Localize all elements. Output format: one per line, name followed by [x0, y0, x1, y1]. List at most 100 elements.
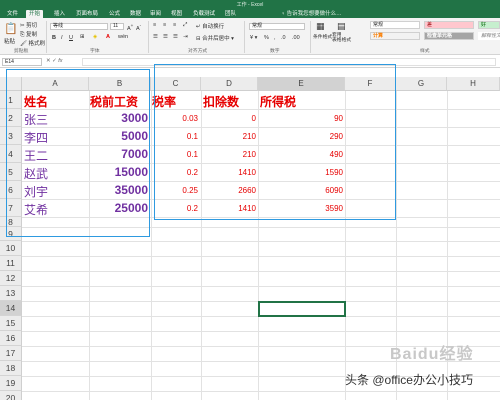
row-header-12[interactable]: 12 [0, 271, 22, 286]
ribbon-separator [244, 21, 245, 53]
underline-icon[interactable]: U [69, 35, 73, 41]
font-color-icon[interactable]: A [106, 34, 110, 40]
row-header-16[interactable]: 16 [0, 331, 22, 346]
merge-icon: ⊟ [196, 36, 201, 42]
annotation-box-right [154, 64, 396, 220]
style-normal[interactable]: 常规 [370, 21, 420, 29]
scissors-icon: ✂ [20, 23, 25, 29]
row-header-19[interactable]: 19 [0, 376, 22, 391]
table-format-button[interactable]: 套用 表格格式 [332, 33, 351, 43]
table-format-icon[interactable]: ▤ [337, 21, 346, 32]
copy-icon: ⎘ [20, 32, 25, 38]
row-header-20[interactable]: 20 [0, 391, 22, 400]
group-styles-label: 样式 [420, 49, 430, 54]
row-header-10[interactable]: 10 [0, 241, 22, 256]
tab-review[interactable]: 审阅 [147, 10, 164, 18]
gridline [22, 256, 500, 257]
row-header-15[interactable]: 15 [0, 316, 22, 331]
ribbon-separator [310, 21, 311, 53]
cancel-icon[interactable]: ✕ [46, 58, 51, 64]
style-check-cell[interactable]: 检查单元格 [424, 32, 474, 40]
style-good[interactable]: 好 [478, 21, 500, 29]
tab-load-test[interactable]: 负载测试 [190, 10, 218, 18]
indent-icon[interactable]: ⇥ [183, 34, 188, 40]
gridline [22, 271, 500, 272]
align-left-icon[interactable]: ☰ [153, 34, 158, 40]
group-clipboard-label: 剪贴板 [14, 49, 29, 54]
style-calc[interactable]: 计算 [370, 32, 420, 40]
column-header-g[interactable]: G [396, 77, 447, 91]
conditional-format-button[interactable]: 条件格式 [313, 33, 332, 40]
style-explain[interactable]: 解释性文本 [478, 32, 500, 40]
wrap-icon: ↵ [196, 24, 201, 30]
percent-icon[interactable]: % [264, 35, 269, 41]
tab-team[interactable]: 团队 [222, 10, 239, 18]
tab-file[interactable]: 文件 [4, 10, 21, 18]
row-header-11[interactable]: 11 [0, 256, 22, 271]
window-title: 工作 - Excel [236, 2, 264, 8]
align-right-icon[interactable]: ☰ [173, 34, 178, 40]
row-header-18[interactable]: 18 [0, 361, 22, 376]
fill-color-icon[interactable]: ◈ [93, 34, 97, 40]
wrap-text-button[interactable]: ↵ 自动换行 [196, 22, 224, 30]
gridline [22, 331, 500, 332]
cut-button[interactable]: ✂ 剪切 [20, 21, 37, 29]
phonetic-icon[interactable]: wén [118, 34, 128, 40]
merge-center-button[interactable]: ⊟ 合并后居中 ▾ [196, 34, 234, 42]
tab-page-layout[interactable]: 页面布局 [73, 10, 101, 18]
tab-home[interactable]: 开始 [26, 10, 44, 18]
shrink-font-icon[interactable]: A- [136, 23, 141, 32]
row-header-14[interactable]: 14 [0, 301, 22, 316]
orientation-icon[interactable]: ⤢ [183, 22, 187, 29]
fx-icon[interactable]: fx [58, 58, 62, 64]
watermark-logo: Baidu经验 [390, 346, 474, 363]
font-size-select[interactable]: 11 [110, 23, 124, 30]
name-box[interactable]: E14 [2, 58, 42, 66]
formula-buttons: ✕ ✓ fx [46, 58, 63, 64]
italic-icon[interactable]: I [61, 35, 63, 41]
style-bad[interactable]: 差 [424, 21, 474, 29]
credit-text: 头条 @office办公小技巧 [345, 373, 473, 387]
row-header-13[interactable]: 13 [0, 286, 22, 301]
tell-me-search[interactable]: ♀ 告诉我您想要做什么… [281, 10, 342, 18]
ribbon-separator [46, 21, 47, 53]
align-middle-icon[interactable]: ≡ [163, 22, 166, 28]
tab-insert[interactable]: 插入 [51, 10, 68, 18]
bold-icon[interactable]: B [52, 35, 56, 41]
row-header-17[interactable]: 17 [0, 346, 22, 361]
conditional-format-icon[interactable]: ▦ [316, 21, 325, 32]
column-header-h[interactable]: H [447, 77, 500, 91]
ribbon-tab-bar: 文件 开始 插入 页面布局 公式 数据 审阅 视图 负载测试 团队 ♀ 告诉我您… [0, 9, 500, 18]
paste-icon[interactable]: 📋 [4, 22, 18, 35]
tab-view[interactable]: 视图 [168, 10, 185, 18]
gridline [22, 241, 500, 242]
ribbon-separator [148, 21, 149, 53]
group-alignment-label: 对齐方式 [188, 49, 208, 54]
gridline [22, 286, 500, 287]
comma-icon[interactable]: , [274, 35, 276, 41]
increase-decimal-icon[interactable]: .0 [281, 35, 286, 41]
format-painter-button[interactable]: 🖌 格式刷 [20, 39, 45, 47]
font-name-select[interactable]: 等线 [50, 23, 108, 30]
grow-font-icon[interactable]: A+ [127, 23, 133, 32]
paste-button[interactable]: 粘贴 [4, 37, 15, 45]
title-bar: 工作 - Excel [0, 0, 500, 9]
ribbon: 📋 粘贴 ✂ 剪切 ⎘ 复制 🖌 格式刷 剪贴板 等线 11 A+ A- B I… [0, 18, 500, 55]
currency-icon[interactable]: ¥ ▾ [250, 35, 257, 41]
decrease-decimal-icon[interactable]: .00 [292, 35, 300, 41]
align-top-icon[interactable]: ≡ [153, 22, 156, 28]
align-bottom-icon[interactable]: ≡ [173, 22, 176, 28]
group-number-label: 数字 [270, 49, 280, 54]
border-icon[interactable]: ⊞ [80, 34, 85, 40]
tab-formulas[interactable]: 公式 [106, 10, 123, 18]
gridline [22, 391, 500, 392]
annotation-box-left [6, 69, 150, 237]
number-format-select[interactable]: 常规 [249, 23, 305, 30]
enter-icon[interactable]: ✓ [52, 58, 57, 64]
tab-data[interactable]: 数据 [127, 10, 144, 18]
group-font-label: 字体 [90, 49, 100, 54]
copy-button[interactable]: ⎘ 复制 [20, 30, 37, 39]
active-cell-e14[interactable] [258, 301, 346, 317]
align-center-icon[interactable]: ☰ [163, 34, 168, 40]
lightbulb-icon: ♀ [281, 11, 286, 17]
